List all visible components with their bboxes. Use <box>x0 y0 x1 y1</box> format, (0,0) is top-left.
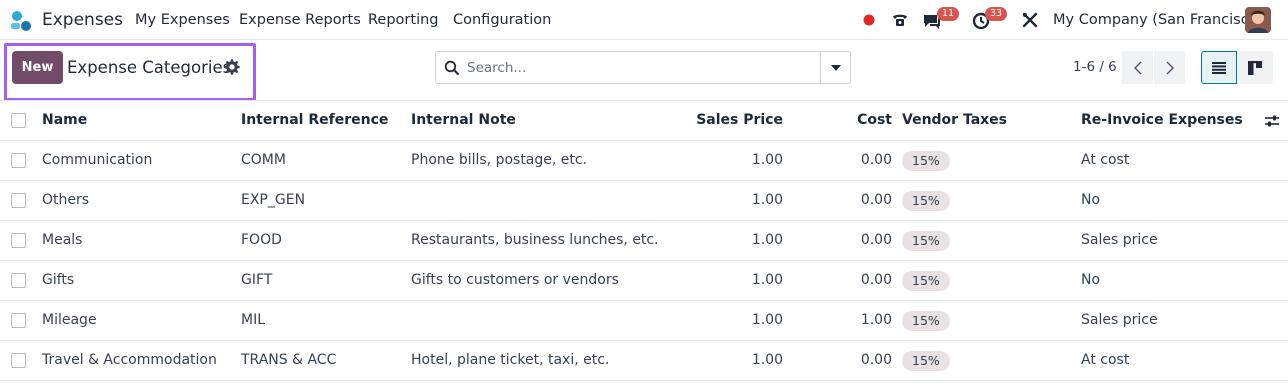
kanban-view-icon <box>1248 60 1262 75</box>
cell-re-invoice: No <box>1081 192 1101 208</box>
expense-categories-table: Name Internal Reference Internal Note Sa… <box>0 100 1288 381</box>
table-row[interactable]: Mileage MIL 1.00 1.00 15% Sales price <box>0 301 1288 341</box>
top-navbar: Expenses My Expenses Expense Reports Rep… <box>0 0 1288 40</box>
pager-previous-button[interactable] <box>1122 51 1153 84</box>
chevron-right-icon <box>1166 61 1174 74</box>
row-checkbox[interactable] <box>11 273 26 288</box>
cell-name: Mileage <box>42 312 97 328</box>
cell-internal-reference: GIFT <box>241 272 273 288</box>
cell-internal-note: Gifts to customers or vendors <box>411 272 619 288</box>
list-view-button[interactable] <box>1201 51 1237 84</box>
cell-cost: 0.00 <box>860 272 892 288</box>
cell-sales-price: 1.00 <box>751 192 783 208</box>
cell-re-invoice: Sales price <box>1081 312 1158 328</box>
cell-internal-note: Hotel, plane ticket, taxi, etc. <box>411 352 610 368</box>
cell-internal-reference: EXP_GEN <box>241 192 306 208</box>
cell-re-invoice: Sales price <box>1081 232 1158 248</box>
kanban-view-button[interactable] <box>1237 51 1273 84</box>
user-avatar[interactable] <box>1245 7 1271 33</box>
search-bar <box>435 51 851 84</box>
record-dot-icon[interactable] <box>862 8 876 32</box>
table-row[interactable]: Travel & Accommodation TRANS & ACC Hotel… <box>0 341 1288 381</box>
cell-cost: 0.00 <box>860 192 892 208</box>
messages-badge: 11 <box>937 7 960 21</box>
cell-internal-reference: TRANS & ACC <box>241 352 337 368</box>
pager-value[interactable]: 1-6 / 6 <box>1073 59 1117 75</box>
cell-internal-note: Phone bills, postage, etc. <box>411 152 588 168</box>
search-input[interactable] <box>467 56 817 80</box>
cell-name: Meals <box>42 232 83 248</box>
caret-down-icon <box>830 64 841 71</box>
app-name[interactable]: Expenses <box>42 10 123 30</box>
menu-reporting[interactable]: Reporting <box>368 12 439 28</box>
select-all-checkbox[interactable] <box>11 113 26 128</box>
gear-icon[interactable] <box>224 59 240 75</box>
company-switcher[interactable]: My Company (San Francisco) <box>1053 12 1263 28</box>
cell-sales-price: 1.00 <box>751 272 783 288</box>
column-header-name[interactable]: Name <box>42 112 87 128</box>
cell-name: Travel & Accommodation <box>42 352 217 368</box>
table-row[interactable]: Others EXP_GEN 1.00 0.00 15% No <box>0 181 1288 221</box>
row-checkbox[interactable] <box>11 313 26 328</box>
cell-internal-reference: FOOD <box>241 232 282 248</box>
menu-expense-reports[interactable]: Expense Reports <box>239 12 361 28</box>
search-options-toggle[interactable] <box>820 52 850 83</box>
search-icon <box>444 60 459 75</box>
list-view-icon <box>1212 61 1226 74</box>
cell-re-invoice: No <box>1081 272 1101 288</box>
column-header-internal-note[interactable]: Internal Note <box>411 112 516 128</box>
vendor-tax-tag: 15% <box>902 231 950 251</box>
menu-configuration[interactable]: Configuration <box>453 12 551 28</box>
cell-internal-note: Restaurants, business lunches, etc. <box>411 232 659 248</box>
pager-next-button[interactable] <box>1154 51 1185 84</box>
cell-sales-price: 1.00 <box>751 352 783 368</box>
vendor-tax-tag: 15% <box>902 351 950 371</box>
clock-icon[interactable]: 33 <box>971 7 1009 32</box>
cell-internal-reference: COMM <box>241 152 286 168</box>
cell-name: Gifts <box>42 272 75 288</box>
cell-cost: 0.00 <box>860 232 892 248</box>
table-header-row: Name Internal Reference Internal Note Sa… <box>0 101 1288 141</box>
vendor-tax-tag: 15% <box>902 271 950 291</box>
new-button[interactable]: New <box>12 51 63 84</box>
table-row[interactable]: Meals FOOD Restaurants, business lunches… <box>0 221 1288 261</box>
column-header-vendor-taxes[interactable]: Vendor Taxes <box>902 112 1007 128</box>
optional-columns-icon[interactable] <box>1264 113 1280 129</box>
cell-cost: 0.00 <box>860 152 892 168</box>
menu-my-expenses[interactable]: My Expenses <box>135 12 230 28</box>
cell-name: Communication <box>42 152 153 168</box>
vendor-tax-tag: 15% <box>902 311 950 331</box>
chat-icon[interactable]: 11 <box>921 7 960 32</box>
cell-cost: 1.00 <box>860 312 892 328</box>
row-checkbox[interactable] <box>11 193 26 208</box>
phone-icon[interactable] <box>889 8 911 32</box>
cell-sales-price: 1.00 <box>751 312 783 328</box>
cell-internal-reference: MIL <box>241 312 266 328</box>
cell-sales-price: 1.00 <box>751 152 783 168</box>
cell-cost: 0.00 <box>860 352 892 368</box>
tools-icon[interactable] <box>1021 8 1039 32</box>
table-row[interactable]: Communication COMM Phone bills, postage,… <box>0 141 1288 181</box>
expenses-app-icon[interactable] <box>9 10 33 32</box>
column-header-re-invoice-expenses[interactable]: Re-Invoice Expenses <box>1081 112 1243 128</box>
vendor-tax-tag: 15% <box>902 151 950 171</box>
row-checkbox[interactable] <box>11 153 26 168</box>
cell-name: Others <box>42 192 90 208</box>
row-checkbox[interactable] <box>11 353 26 368</box>
activities-badge: 33 <box>985 7 1008 21</box>
cell-re-invoice: At cost <box>1081 352 1130 368</box>
cell-sales-price: 1.00 <box>751 232 783 248</box>
row-checkbox[interactable] <box>11 233 26 248</box>
vendor-tax-tag: 15% <box>902 191 950 211</box>
table-row[interactable]: Gifts GIFT Gifts to customers or vendors… <box>0 261 1288 301</box>
column-header-cost[interactable]: Cost <box>857 112 892 128</box>
column-header-sales-price[interactable]: Sales Price <box>696 112 783 128</box>
page-title: Expense Categories <box>67 58 232 77</box>
cell-re-invoice: At cost <box>1081 152 1130 168</box>
column-header-internal-reference[interactable]: Internal Reference <box>241 112 388 128</box>
chevron-left-icon <box>1133 61 1141 74</box>
